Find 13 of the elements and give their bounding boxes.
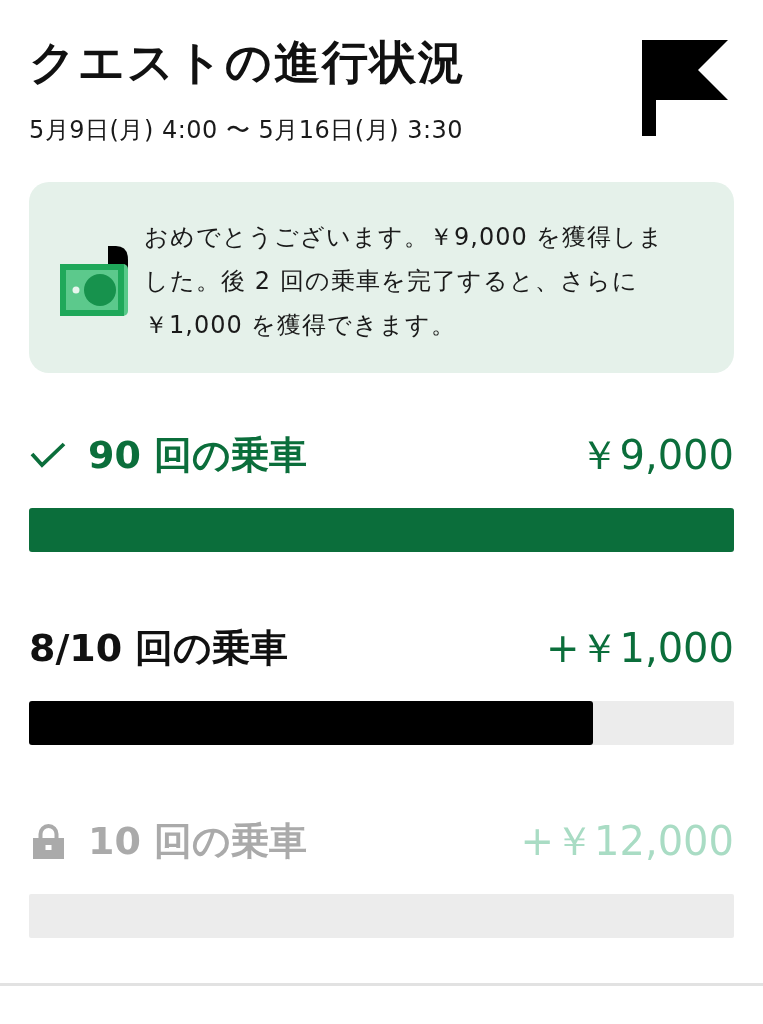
tier-reward: +￥1,000 bbox=[545, 623, 734, 673]
tier-label: 10 回の乗車 bbox=[88, 817, 308, 865]
tier-reward: ￥9,000 bbox=[579, 430, 734, 480]
tier-label: 90 回の乗車 bbox=[88, 431, 308, 479]
cash-icon bbox=[60, 246, 128, 316]
lock-icon bbox=[33, 823, 64, 859]
flag-icon bbox=[642, 40, 728, 136]
tier-reward: +￥12,000 bbox=[520, 816, 734, 866]
check-icon bbox=[30, 442, 66, 468]
notice-message: おめでとうございます。￥9,000 を獲得しました。後 2 回の乗車を完了すると、さらに￥1,000 を獲得できます。 bbox=[144, 222, 666, 341]
tier-label: 8/10 回の乗車 bbox=[29, 624, 289, 672]
quest-period: 5月9日(月) 4:00 〜 5月16日(月) 3:30 bbox=[29, 115, 465, 145]
page-title: クエストの進行状況 bbox=[29, 34, 466, 90]
